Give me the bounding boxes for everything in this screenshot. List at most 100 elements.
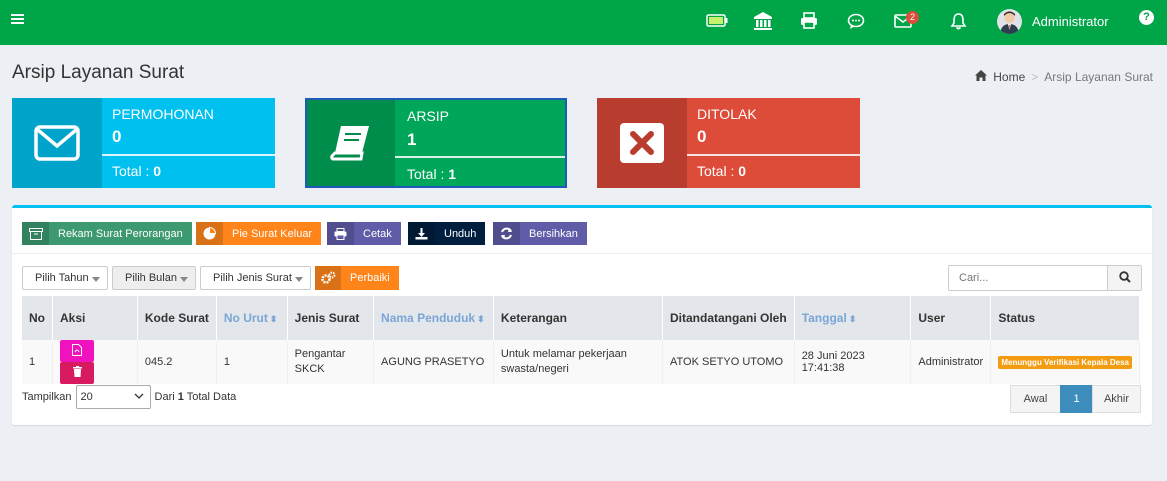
archive-panel: Rekam Surat Perorangan Pie Surat Keluar … xyxy=(12,205,1152,425)
stat-label: DITOLAK xyxy=(697,106,757,122)
stat-divider xyxy=(395,156,565,158)
col-keterangan: Keterangan xyxy=(493,296,664,340)
col-no: No xyxy=(22,296,53,340)
search-input[interactable] xyxy=(949,266,1109,290)
archive-icon xyxy=(22,222,49,245)
home-icon xyxy=(975,70,988,84)
col-status: Status xyxy=(990,296,1140,340)
col-ditandatangani: Ditandatangani Oleh xyxy=(662,296,795,340)
user-avatar[interactable] xyxy=(997,9,1022,34)
stat-divider xyxy=(687,154,860,156)
page-size-control: Tampilkan 20 Dari 1 Total Data xyxy=(22,385,236,409)
trash-icon xyxy=(72,366,82,380)
total-data-text: Dari 1 Total Data xyxy=(154,391,237,403)
cell-keterangan: Untuk melamar pekerjaan swasta/negeri xyxy=(493,340,664,384)
breadcrumb: Home > Arsip Layanan Surat xyxy=(975,70,1153,84)
tahun-select[interactable]: Pilih Tahun xyxy=(22,266,108,290)
unduh-label: Unduh xyxy=(444,227,477,240)
help-icon[interactable]: ? xyxy=(1139,10,1154,25)
page-size-select[interactable]: 20 xyxy=(75,385,151,409)
stat-count: 0 xyxy=(697,127,707,146)
col-tanggal[interactable]: Tanggal ⬍ xyxy=(794,296,912,340)
col-nama-penduduk[interactable]: Nama Penduduk ⬍ xyxy=(373,296,494,340)
stat-total: Total : 1 xyxy=(407,166,457,182)
sort-icon: ⬍ xyxy=(269,314,278,324)
cell-no-urut: 1 xyxy=(216,340,288,384)
mail-count-badge: 2 xyxy=(906,11,919,24)
stat-total: Total : 0 xyxy=(697,163,747,179)
page-title: Arsip Layanan Surat xyxy=(12,62,185,83)
col-user: User xyxy=(910,296,992,340)
cell-jenis-surat: Pengantar SKCK xyxy=(287,340,375,384)
cetak-label: Cetak xyxy=(363,227,392,240)
table-row: 1 045.2 1 Pengantar SKCK AGUNG PRASETYO U… xyxy=(22,340,1140,384)
cell-nama-penduduk: AGUNG PRASETYO xyxy=(373,340,494,384)
breadcrumb-home-link[interactable]: Home xyxy=(993,70,1025,84)
search-icon xyxy=(1118,270,1131,286)
stat-permohonan[interactable]: PERMOHONAN 0 Total : 0 xyxy=(12,98,275,188)
printer-icon xyxy=(327,222,354,245)
search-button[interactable] xyxy=(1107,266,1141,290)
pdf-file-icon xyxy=(72,343,82,359)
col-jenis-surat: Jenis Surat xyxy=(287,296,375,340)
bulan-select[interactable]: Pilih Bulan xyxy=(112,266,196,290)
pdf-button[interactable] xyxy=(60,340,94,362)
user-name[interactable]: Administrator xyxy=(1032,14,1109,29)
breadcrumb-separator: > xyxy=(1031,70,1039,84)
bank-icon[interactable] xyxy=(753,11,775,31)
stat-total: Total : 0 xyxy=(112,163,162,179)
cell-aksi xyxy=(52,340,138,384)
cell-kode-surat: 045.2 xyxy=(137,340,217,384)
mail-icon[interactable]: 2 xyxy=(894,11,919,34)
stat-arsip[interactable]: ARSIP 1 Total : 1 xyxy=(305,98,567,188)
perbaiki-label: Perbaiki xyxy=(350,272,390,284)
cetak-button[interactable]: Cetak xyxy=(327,222,401,245)
top-navbar: 2 Administrator ? xyxy=(0,0,1167,45)
pager-page-1[interactable]: 1 xyxy=(1060,385,1093,413)
cell-tanggal: 28 Juni 2023 17:41:38 xyxy=(794,340,912,384)
refresh-icon xyxy=(493,222,520,245)
menu-toggle-icon[interactable] xyxy=(11,14,24,26)
chat-icon[interactable] xyxy=(847,13,869,33)
gears-icon xyxy=(315,266,341,290)
battery-icon[interactable] xyxy=(706,14,728,34)
sort-icon: ⬍ xyxy=(477,314,485,324)
bersihkan-button[interactable]: Bersihkan xyxy=(493,222,587,245)
stat-divider xyxy=(102,154,275,156)
table-header-row: No Aksi Kode Surat No Urut ⬍ Jenis Surat … xyxy=(22,296,1140,340)
stat-ditolak[interactable]: DITOLAK 0 Total : 0 xyxy=(597,98,860,188)
chevron-down-icon xyxy=(134,391,144,404)
col-aksi: Aksi xyxy=(52,296,138,340)
pie-surat-button[interactable]: Pie Surat Keluar xyxy=(196,222,322,245)
pager-first-button[interactable]: Awal xyxy=(1010,385,1061,413)
cell-ditandatangani: ATOK SETYO UTOMO xyxy=(662,340,795,384)
stat-count: 0 xyxy=(112,127,122,146)
cell-status: Menunggu Verifikasi Kepala Desa xyxy=(990,340,1140,384)
close-icon xyxy=(597,98,687,188)
rekam-surat-button[interactable]: Rekam Surat Perorangan xyxy=(22,222,192,245)
stat-label: ARSIP xyxy=(407,108,450,124)
envelope-icon xyxy=(12,98,102,188)
pie-surat-label: Pie Surat Keluar xyxy=(232,227,313,240)
sort-icon: ⬍ xyxy=(848,314,857,324)
bersihkan-label: Bersihkan xyxy=(529,227,578,240)
pie-chart-icon xyxy=(196,222,223,245)
perbaiki-button[interactable]: Perbaiki xyxy=(315,266,399,290)
status-badge: Menunggu Verifikasi Kepala Desa xyxy=(998,356,1132,369)
download-icon xyxy=(408,222,435,245)
breadcrumb-current: Arsip Layanan Surat xyxy=(1044,70,1153,84)
cell-no: 1 xyxy=(22,340,53,384)
cell-user: Administrator xyxy=(910,340,992,384)
col-no-urut[interactable]: No Urut ⬍ xyxy=(216,296,288,340)
bell-icon[interactable] xyxy=(950,12,972,32)
delete-button[interactable] xyxy=(60,362,94,384)
unduh-button[interactable]: Unduh xyxy=(408,222,486,245)
col-kode-surat: Kode Surat xyxy=(137,296,217,340)
jenis-surat-select[interactable]: Pilih Jenis Surat xyxy=(200,266,311,290)
pagination: Awal 1 Akhir xyxy=(1010,385,1141,413)
book-icon xyxy=(307,100,395,186)
printer-icon[interactable] xyxy=(800,12,822,32)
pager-last-button[interactable]: Akhir xyxy=(1092,385,1141,413)
search-box xyxy=(948,265,1142,291)
rekam-surat-label: Rekam Surat Perorangan xyxy=(58,227,183,240)
